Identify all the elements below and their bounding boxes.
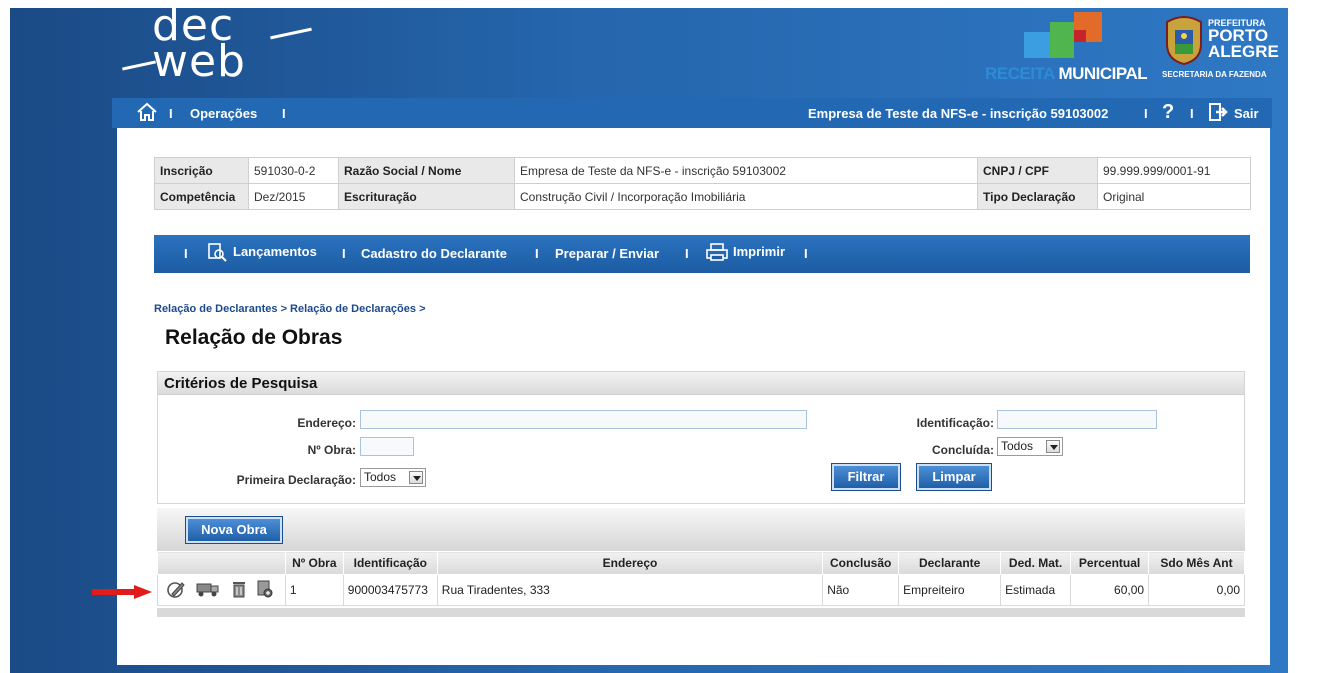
column-header-conclusao[interactable]: Conclusão bbox=[822, 551, 900, 575]
declarant-info-table: Inscrição 591030-0-2 Razão Social / Nome… bbox=[154, 157, 1251, 210]
cell-sdo-mes-ant: 0,00 bbox=[1148, 574, 1245, 606]
red-arrow-annotation-icon bbox=[92, 585, 152, 599]
tipo-value: Original bbox=[1097, 183, 1251, 210]
nav-separator: I bbox=[282, 106, 286, 121]
primeira-declaracao-select[interactable]: Todos bbox=[360, 468, 426, 487]
alegre-text: ALEGRE bbox=[1208, 42, 1279, 61]
nav-separator: I bbox=[535, 246, 539, 261]
concluida-value: Todos bbox=[1001, 439, 1034, 453]
column-header-percentual[interactable]: Percentual bbox=[1070, 551, 1150, 575]
column-header-ded-mat[interactable]: Ded. Mat. bbox=[1000, 551, 1072, 575]
cell-nobra: 1 bbox=[284, 574, 344, 606]
nova-obra-button[interactable]: Nova Obra bbox=[185, 516, 283, 544]
logout-icon[interactable] bbox=[1208, 102, 1230, 125]
trash-icon[interactable] bbox=[231, 580, 247, 601]
search-document-icon bbox=[206, 242, 228, 265]
nobra-input[interactable] bbox=[360, 437, 414, 456]
operacoes-menu[interactable]: Operações bbox=[190, 106, 257, 121]
home-icon[interactable] bbox=[136, 102, 158, 125]
razao-value: Empresa de Teste da NFS-e - inscrição 59… bbox=[514, 157, 978, 184]
column-header-sdo-mes-ant[interactable]: Sdo Mês Ant bbox=[1148, 551, 1245, 575]
secretaria-text: SECRETARIA DA FAZENDA bbox=[1162, 70, 1267, 79]
competencia-value: Dez/2015 bbox=[248, 183, 339, 210]
nav-separator: I bbox=[342, 246, 346, 261]
cell-percentual: 60,00 bbox=[1070, 574, 1150, 606]
sair-link[interactable]: Sair bbox=[1234, 106, 1259, 121]
escrituracao-label: Escrituração bbox=[338, 183, 515, 210]
receita-municipal-mark-icon bbox=[1024, 12, 1102, 58]
printer-icon bbox=[705, 242, 729, 265]
preparar-enviar-menu[interactable]: Preparar / Enviar bbox=[555, 246, 659, 261]
logo-line bbox=[270, 27, 312, 40]
razao-label: Razão Social / Nome bbox=[338, 157, 515, 184]
table-footer-bar bbox=[157, 608, 1245, 617]
main-content: Inscrição 591030-0-2 Razão Social / Nome… bbox=[117, 128, 1270, 665]
endereco-input[interactable] bbox=[360, 410, 807, 429]
concluida-label: Concluída: bbox=[932, 443, 994, 457]
filtrar-button[interactable]: Filtrar bbox=[831, 463, 901, 491]
receita-municipal-text: RECEITA MUNICIPAL bbox=[985, 64, 1148, 84]
competencia-label: Competência bbox=[154, 183, 249, 210]
column-header-nobra[interactable]: Nº Obra bbox=[284, 551, 344, 575]
truck-icon[interactable] bbox=[195, 580, 221, 601]
inscricao-value: 591030-0-2 bbox=[248, 157, 339, 184]
cnpj-value: 99.999.999/0001-91 bbox=[1097, 157, 1251, 184]
column-header-identificacao[interactable]: Identificação bbox=[342, 551, 438, 575]
escrituracao-value: Construção Civil / Incorporação Imobiliá… bbox=[514, 183, 978, 210]
top-nav: I Operações I Empresa de Teste da NFS-e … bbox=[112, 98, 1272, 128]
results-panel: Nova Obra Nº Obra Identificação Endereço… bbox=[157, 508, 1245, 619]
row-actions bbox=[157, 574, 286, 606]
edit-icon[interactable] bbox=[166, 580, 186, 601]
nav-separator: I bbox=[184, 246, 188, 261]
chevron-down-icon bbox=[409, 471, 423, 484]
page-title: Relação de Obras bbox=[165, 326, 343, 349]
lancamentos-menu[interactable]: Lançamentos bbox=[233, 244, 317, 259]
nav-separator: I bbox=[169, 106, 173, 121]
imprimir-menu[interactable]: Imprimir bbox=[733, 244, 785, 259]
help-icon[interactable]: ? bbox=[1162, 101, 1174, 124]
results-toolbar bbox=[157, 508, 1245, 551]
search-criteria-panel: Critérios de Pesquisa Endereço: Nº Obra:… bbox=[157, 371, 1245, 504]
identificacao-label: Identificação: bbox=[916, 416, 994, 430]
document-icon[interactable] bbox=[256, 580, 274, 601]
porto-alegre-crest-icon bbox=[1166, 16, 1202, 66]
nav-separator: I bbox=[1144, 106, 1148, 121]
inscricao-label: Inscrição bbox=[154, 157, 249, 184]
endereco-label: Endereço: bbox=[297, 416, 356, 430]
limpar-button[interactable]: Limpar bbox=[916, 463, 992, 491]
cell-identificacao: 900003475773 bbox=[342, 574, 438, 606]
identificacao-input[interactable] bbox=[997, 410, 1157, 429]
criteria-title: Critérios de Pesquisa bbox=[158, 372, 1244, 395]
primeira-declaracao-value: Todos bbox=[364, 470, 397, 484]
concluida-select[interactable]: Todos bbox=[997, 437, 1063, 456]
company-name: Empresa de Teste da NFS-e - inscrição 59… bbox=[808, 106, 1109, 121]
table-row: 1 900003475773 Rua Tiradentes, 333 Não E… bbox=[157, 574, 1245, 606]
nobra-label: Nº Obra: bbox=[307, 443, 356, 457]
nav-separator: I bbox=[804, 246, 808, 261]
cnpj-label: CNPJ / CPF bbox=[977, 157, 1098, 184]
nav-separator: I bbox=[685, 246, 689, 261]
nav-separator: I bbox=[1190, 106, 1194, 121]
column-header-endereco[interactable]: Endereço bbox=[436, 551, 824, 575]
obras-table: Nº Obra Identificação Endereço Conclusão… bbox=[157, 551, 1245, 606]
logo-text-web: web bbox=[152, 36, 246, 87]
cell-ded-mat: Estimada bbox=[1000, 574, 1072, 606]
secondary-nav: I Lançamentos I Cadastro do Declarante I… bbox=[154, 235, 1250, 273]
tipo-label: Tipo Declaração bbox=[977, 183, 1098, 210]
cadastro-declarante-menu[interactable]: Cadastro do Declarante bbox=[361, 246, 507, 261]
cell-conclusao: Não bbox=[822, 574, 900, 606]
logo-line bbox=[122, 60, 156, 71]
receita-text: RECEITA bbox=[985, 64, 1055, 83]
municipal-text: MUNICIPAL bbox=[1058, 64, 1148, 83]
table-header-row: Nº Obra Identificação Endereço Conclusão… bbox=[157, 551, 1245, 575]
chevron-down-icon bbox=[1046, 440, 1060, 453]
cell-declarante: Empreiteiro bbox=[898, 574, 1002, 606]
cell-endereco: Rua Tiradentes, 333 bbox=[436, 574, 824, 606]
prefeitura-logo: PREFEITURA PORTO ALEGRE bbox=[1208, 18, 1279, 60]
column-header-declarante[interactable]: Declarante bbox=[898, 551, 1002, 575]
primeira-declaracao-label: Primeira Declaração: bbox=[236, 473, 356, 487]
breadcrumb[interactable]: Relação de Declarantes > Relação de Decl… bbox=[154, 303, 426, 315]
column-header-actions bbox=[157, 551, 286, 575]
